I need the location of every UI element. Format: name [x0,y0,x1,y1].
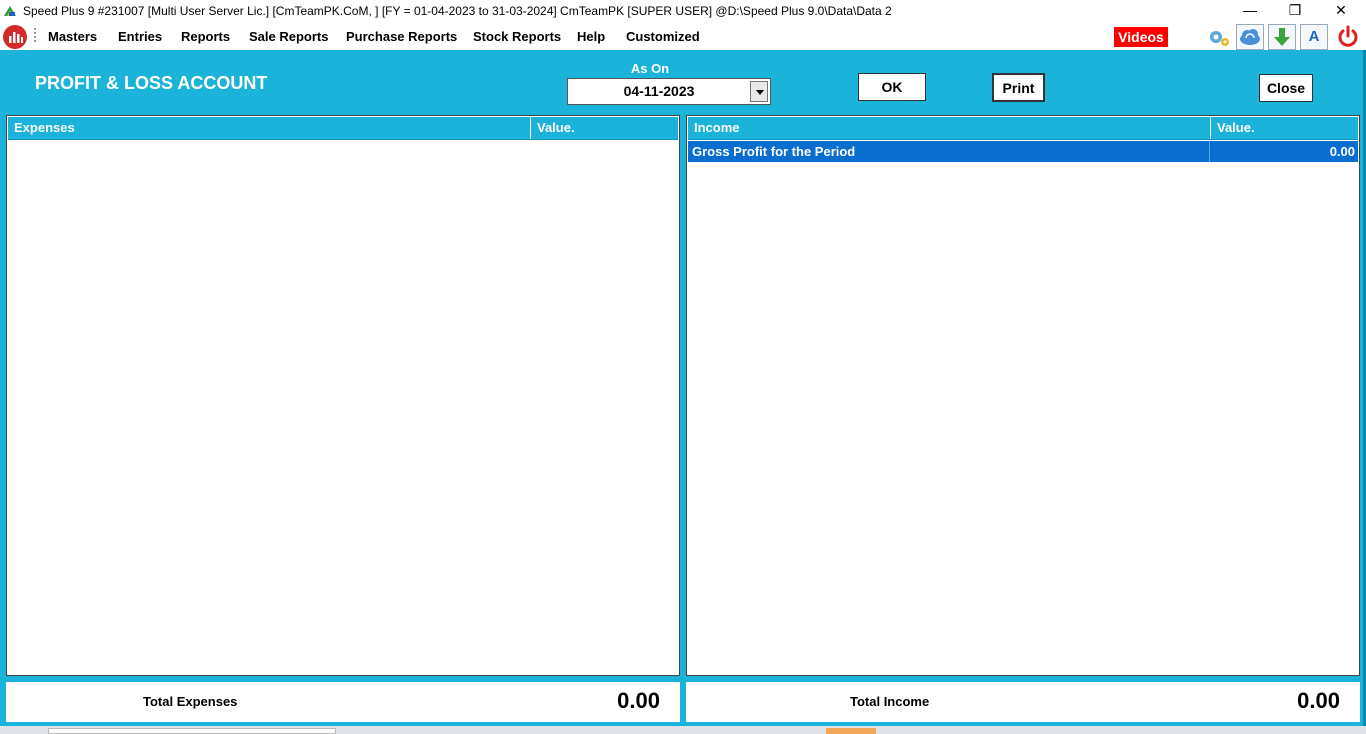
table-row[interactable]: Gross Profit for the Period 0.00 [688,141,1358,162]
taskbar-item[interactable] [48,728,336,734]
expenses-grid[interactable]: Expenses Value. [6,115,680,676]
app-icon [4,6,16,16]
as-on-label: As On [630,61,670,76]
chart-logo-icon[interactable] [3,25,27,49]
date-picker[interactable]: 04-11-2023 [567,78,771,105]
download-arrow-icon[interactable] [1268,24,1296,50]
restore-button[interactable]: ❐ [1272,0,1318,22]
expenses-grid-header: Expenses Value. [8,117,678,140]
expenses-column-header[interactable]: Expenses [8,117,530,139]
minimize-button[interactable]: — [1227,0,1273,22]
menu-entries[interactable]: Entries [118,29,162,44]
income-row-name: Gross Profit for the Period [692,144,856,159]
income-row-value: 0.00 [1209,141,1360,162]
income-grid-header: Income Value. [688,117,1358,140]
window-title: Speed Plus 9 #231007 [Multi User Server … [23,4,892,18]
report-panel: PROFIT & LOSS ACCOUNT As On 04-11-2023 O… [0,50,1366,734]
total-income-value: 0.00 [1297,688,1340,713]
ok-button[interactable]: OK [858,73,926,101]
toolbar-grip [34,28,36,42]
income-grid[interactable]: Income Value. Gross Profit for the Perio… [686,115,1360,676]
menu-bar: Masters Entries Reports Sale Reports Pur… [0,22,1366,50]
menu-help[interactable]: Help [577,29,605,44]
total-expenses-label: Total Expenses [143,694,238,709]
total-expenses-box: Total Expenses 0.00 [6,682,680,722]
total-expenses-value: 0.00 [617,688,660,713]
total-income-box: Total Income 0.00 [686,682,1360,722]
title-bar: Speed Plus 9 #231007 [Multi User Server … [0,0,1366,22]
menu-masters[interactable]: Masters [48,29,97,44]
page-title: PROFIT & LOSS ACCOUNT [35,73,268,93]
gear-icon[interactable] [1204,24,1232,50]
taskbar-strip [0,726,1366,734]
menu-reports[interactable]: Reports [181,29,230,44]
print-button[interactable]: Print [992,73,1045,102]
date-value[interactable]: 04-11-2023 [568,79,750,104]
menu-sale-reports[interactable]: Sale Reports [249,29,328,44]
expenses-value-column-header[interactable]: Value. [530,117,680,139]
power-icon[interactable] [1334,24,1362,50]
taskbar-item[interactable] [826,728,876,734]
menu-purchase-reports[interactable]: Purchase Reports [346,29,457,44]
menu-customized[interactable]: Customized [626,29,700,44]
videos-button[interactable]: Videos [1114,27,1168,47]
cloud-sync-icon[interactable] [1236,24,1264,50]
font-icon[interactable]: A [1300,24,1328,50]
menu-stock-reports[interactable]: Stock Reports [473,29,561,44]
close-button[interactable]: Close [1259,74,1313,102]
income-value-column-header[interactable]: Value. [1210,117,1360,139]
income-column-header[interactable]: Income [688,117,1210,139]
window-close-button[interactable]: ✕ [1318,0,1364,22]
total-income-label: Total Income [850,694,930,709]
chevron-down-icon[interactable] [750,81,768,102]
